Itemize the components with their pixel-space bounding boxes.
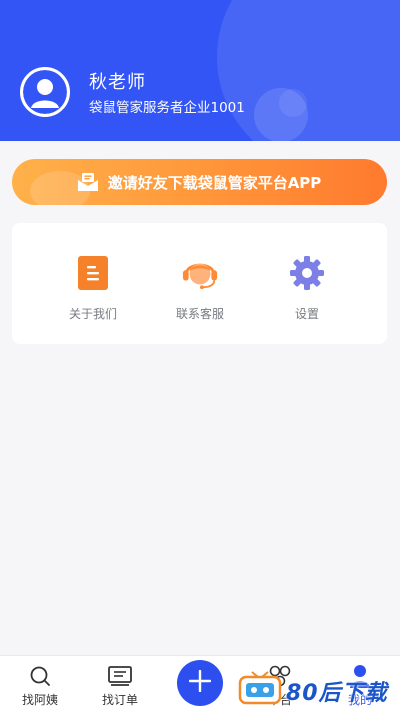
about-us-button[interactable]: 关于我们: [38, 255, 148, 325]
contact-service-button[interactable]: 联系客服: [145, 255, 255, 325]
about-us-label: 关于我们: [68, 307, 117, 321]
site-watermark: 80后下载: [238, 670, 400, 711]
user-name: 秋老师: [89, 72, 146, 93]
tab-find-aunt[interactable]: 找阿姨: [0, 656, 80, 711]
contact-service-label: 联系客服: [175, 307, 224, 321]
document-icon: [75, 255, 111, 291]
settings-button[interactable]: 设置: [252, 255, 362, 325]
download-site-logo-icon: [238, 670, 282, 711]
profile-header: 秋老师 袋鼠管家服务者企业1001: [0, 0, 400, 141]
plus-icon: [188, 669, 212, 696]
user-avatar-icon[interactable]: [20, 67, 70, 117]
menu-card: 关于我们 联系客服 设置: [12, 223, 387, 344]
banner-decor: [30, 171, 90, 205]
user-organization: 袋鼠管家服务者企业1001: [89, 100, 245, 116]
invite-friends-banner[interactable]: 邀请好友下载袋鼠管家平台APP: [12, 159, 387, 205]
settings-label: 设置: [294, 307, 319, 321]
invite-banner-text: 邀请好友下载袋鼠管家平台APP: [107, 173, 322, 192]
header-decor-circle: [217, 0, 400, 141]
tab-label: 找订单: [101, 693, 138, 707]
add-button[interactable]: [177, 660, 223, 706]
tab-label: 找阿姨: [21, 693, 58, 707]
watermark-text: 80后下载: [286, 680, 388, 706]
order-list-icon: [108, 665, 132, 687]
gear-icon: [289, 255, 325, 291]
header-decor-circle: [279, 89, 307, 117]
headset-icon: [182, 255, 218, 291]
search-icon: [29, 665, 51, 687]
tab-find-order[interactable]: 找订单: [80, 656, 160, 711]
